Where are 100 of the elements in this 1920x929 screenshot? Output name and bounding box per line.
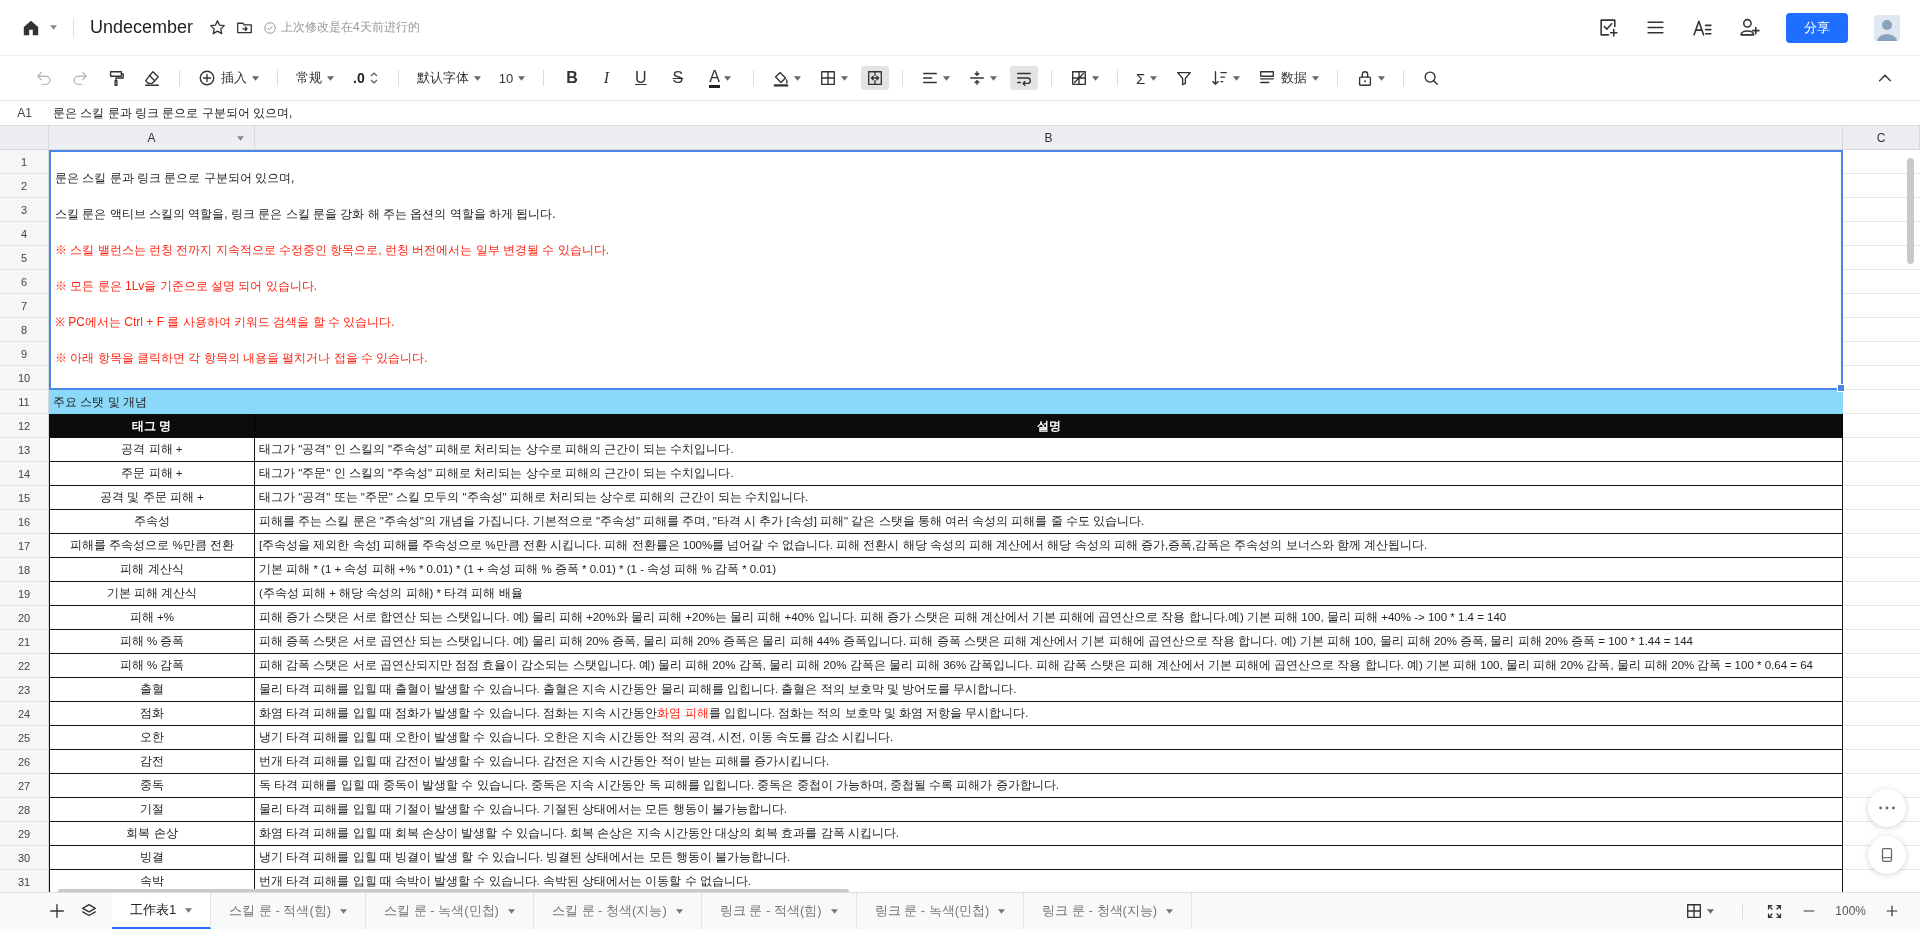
row-header[interactable]: 20: [0, 606, 49, 630]
zoom-level: 100%: [1835, 904, 1866, 918]
cell-reference[interactable]: A1: [0, 106, 49, 120]
table-cell: 냉기 타격 피해를 입힐 때 빙결이 발생 할 수 있습니다. 빙결된 상태에서는 모든 행동이 불가능합니다.: [255, 846, 1843, 870]
column-header[interactable]: A: [49, 126, 255, 150]
row-header[interactable]: 30: [0, 846, 49, 870]
row-header[interactable]: 23: [0, 678, 49, 702]
caret-icon[interactable]: [237, 136, 244, 141]
share-button[interactable]: 分享: [1786, 12, 1848, 43]
caret-icon: [1091, 75, 1099, 81]
column-header[interactable]: B: [255, 126, 1843, 150]
sheet-tab[interactable]: 스킬 룬 - 청색(지능): [533, 893, 702, 929]
row-header[interactable]: 26: [0, 750, 49, 774]
avatar-icon[interactable]: [1874, 14, 1900, 41]
caret-icon: [942, 75, 950, 81]
home-icon[interactable]: [22, 18, 40, 37]
sum-button[interactable]: Σ: [1130, 66, 1163, 90]
fullscreen-icon[interactable]: [1766, 902, 1784, 920]
number-format-dropdown[interactable]: 常规: [291, 66, 339, 90]
row-header[interactable]: 14: [0, 462, 49, 486]
sheet-tab[interactable]: 링크 룬 - 녹색(민첩): [856, 893, 1025, 929]
row-header[interactable]: 19: [0, 582, 49, 606]
sheet-tab[interactable]: 스킬 룬 - 적색(힘): [211, 893, 367, 929]
vertical-scrollbar[interactable]: [1907, 158, 1914, 264]
strikethrough-button[interactable]: S: [663, 66, 693, 90]
bold-button[interactable]: B: [557, 66, 587, 90]
spinner-icon[interactable]: [368, 71, 379, 85]
merge-cells-button[interactable]: [860, 66, 889, 90]
row-header[interactable]: 27: [0, 774, 49, 798]
row-header[interactable]: 22: [0, 654, 49, 678]
caret-icon: [793, 75, 801, 81]
row-header[interactable]: 25: [0, 726, 49, 750]
wrap-text-button[interactable]: [1009, 66, 1038, 90]
text-color-button[interactable]: A: [700, 65, 740, 91]
row-header[interactable]: 9: [0, 342, 49, 366]
row-header[interactable]: 2: [0, 174, 49, 198]
row-header[interactable]: 6: [0, 270, 49, 294]
row-header[interactable]: 11: [0, 390, 49, 414]
sheet-tab[interactable]: 링크 룬 - 적색(힘): [701, 893, 857, 929]
row-header[interactable]: 28: [0, 798, 49, 822]
table-cell: 번개 타격 피해를 입힐 때 감전이 발생할 수 있습니다. 감전은 지속 시간동안 적이 받는 피해를 증가시킵니다.: [255, 750, 1843, 774]
data-button[interactable]: 数据: [1253, 66, 1325, 90]
fill-handle[interactable]: [1837, 384, 1845, 392]
star-icon[interactable]: [209, 19, 227, 36]
caret-icon: [1150, 75, 1158, 81]
zoom-in-icon[interactable]: [1884, 903, 1900, 919]
row-header[interactable]: 7: [0, 294, 49, 318]
add-sheet-icon[interactable]: [48, 902, 66, 920]
table-cell: 물리 타격 피해를 입힐 때 출혈이 발생할 수 있습니다. 출혈은 지속 시간동안 물리 피해를 입힙니다. 출혈은 적의 보호막 및 방어도를 무시합니다.: [255, 678, 1843, 702]
caret-icon: [507, 908, 515, 914]
row-header[interactable]: 24: [0, 702, 49, 726]
font-size-dropdown[interactable]: 10: [493, 67, 531, 89]
text-style-icon[interactable]: [1692, 17, 1713, 38]
table-cell: 피해를 주는 스킬 룬은 "주속성"의 개념을 가집니다. 기본적으로 "주속성" 피해를 주며, "타격 시 추가 [속성] 피해" 같은 스탯을 통해 여러 속성의 피해를 줄 수도 있습니다.: [255, 510, 1843, 534]
caret-icon[interactable]: [50, 25, 57, 30]
row-header[interactable]: 29: [0, 822, 49, 846]
sheet-tab[interactable]: 스킬 룬 - 녹색(민첩): [366, 893, 534, 929]
row-header[interactable]: 12: [0, 414, 49, 438]
document-title[interactable]: Undecember: [90, 17, 194, 38]
caret-icon: [518, 75, 526, 81]
table-cell: 빙결: [49, 846, 255, 870]
caret-icon: [1166, 908, 1174, 914]
table-cell: 냉기 타격 피해를 입힐 때 오한이 발생할 수 있습니다. 오한은 지속 시간동안 적의 공격, 시전, 이동 속도를 감소 시킵니다.: [255, 726, 1843, 750]
row-header[interactable]: 18: [0, 558, 49, 582]
user-add-icon[interactable]: [1739, 17, 1760, 38]
row-header[interactable]: 31: [0, 870, 49, 892]
caret-icon: [185, 907, 193, 913]
table-cell: 점화: [49, 702, 255, 726]
italic-button[interactable]: I: [594, 66, 619, 90]
tablet-button[interactable]: [1868, 836, 1906, 874]
search-icon: [1422, 69, 1441, 87]
undo-icon: [35, 69, 53, 87]
row-header[interactable]: 5: [0, 246, 49, 270]
row-header[interactable]: 15: [0, 486, 49, 510]
row-header[interactable]: 10: [0, 366, 49, 390]
column-header[interactable]: C: [1843, 126, 1920, 150]
row-header[interactable]: 8: [0, 318, 49, 342]
row-header[interactable]: 17: [0, 534, 49, 558]
row-header[interactable]: 13: [0, 438, 49, 462]
table-cell: 출혈: [49, 678, 255, 702]
column-heading: 설명: [255, 414, 1843, 438]
caret-icon: [1312, 75, 1320, 81]
font-dropdown[interactable]: 默认字体: [411, 66, 486, 90]
underline-button[interactable]: U: [626, 66, 656, 90]
format-painter-icon: [107, 69, 125, 87]
merged-cell[interactable]: [49, 150, 1843, 390]
formula-content[interactable]: 룬은 스킬 룬과 링크 룬으로 구분되어 있으며,: [49, 104, 293, 122]
table-cell: 태그가 "공격" 또는 "주문" 스킬 모두의 "주속성" 피해로 처리되는 상수로 피해의 근간이 되는 수치입니다.: [255, 486, 1843, 510]
row-header[interactable]: 4: [0, 222, 49, 246]
warning-text: ※ 스킬 밸런스는 런칭 전까지 지속적으로 수정중인 항목으로, 런칭 버전에서는 일부 변경될 수 있습니다.: [55, 242, 610, 259]
table-cell: 감전: [49, 750, 255, 774]
sheet-tab[interactable]: 工作表1: [112, 893, 212, 929]
table-cell: 독 타격 피해를 입힐 때 중독이 발생할 수 있습니다. 중독은 지속 시간동안 독 피해를 입힙니다. 중독은 중첩이 가능하며, 중첩될 수록 피해가 증가합니다.: [255, 774, 1843, 798]
insert-button[interactable]: 插入: [193, 66, 264, 90]
row-header[interactable]: 21: [0, 630, 49, 654]
row-header[interactable]: 16: [0, 510, 49, 534]
task-add-icon[interactable]: [1598, 17, 1619, 38]
row-header[interactable]: 1: [0, 150, 49, 174]
sheet-tab[interactable]: 링크 룬 - 청색(지능): [1024, 893, 1193, 929]
row-header[interactable]: 3: [0, 198, 49, 222]
